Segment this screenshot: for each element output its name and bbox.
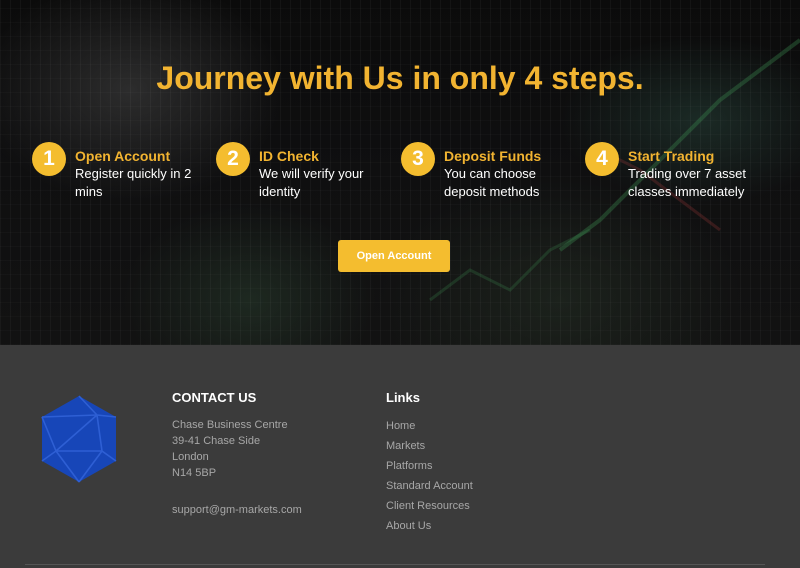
step-3: 3 Deposit Funds You can choose deposit m… xyxy=(401,140,571,210)
footer-link-client-resources[interactable]: Client Resources xyxy=(386,499,473,519)
address-line: London xyxy=(172,451,209,463)
page-title: Journey with Us in only 4 steps. xyxy=(156,60,644,96)
footer-link-platforms[interactable]: Platforms xyxy=(386,459,473,479)
step-2: 2 ID Check We will verify your identity xyxy=(216,140,386,210)
footer-divider xyxy=(25,564,765,565)
step-title: Deposit Funds xyxy=(444,148,542,164)
step-description: Register quickly in 2 mins xyxy=(75,166,192,199)
step-description: Trading over 7 asset classes immediately xyxy=(628,166,747,199)
steps-hero-section: Journey with Us in only 4 steps. 1 Open … xyxy=(0,0,800,345)
links-heading: Links xyxy=(386,390,420,405)
step-number-badge: 3 xyxy=(401,142,435,176)
step-1: 1 Open Account Register quickly in 2 min… xyxy=(32,140,202,210)
address-line: Chase Business Centre xyxy=(172,419,288,431)
contact-address: Chase Business Centre 39-41 Chase Side L… xyxy=(172,417,288,481)
step-description: We will verify your identity xyxy=(259,166,364,199)
footer-link-about-us[interactable]: About Us xyxy=(386,519,473,539)
step-title: Start Trading xyxy=(628,148,715,164)
step-number-badge: 1 xyxy=(32,142,66,176)
polyhedron-logo-icon[interactable] xyxy=(38,393,120,485)
step-title: ID Check xyxy=(259,148,319,164)
step-number-badge: 2 xyxy=(216,142,250,176)
contact-email-link[interactable]: support@gm-markets.com xyxy=(172,504,302,516)
step-4: 4 Start Trading Trading over 7 asset cla… xyxy=(585,140,755,210)
footer-link-home[interactable]: Home xyxy=(386,419,473,439)
address-line: N14 5BP xyxy=(172,467,217,479)
step-description: You can choose deposit methods xyxy=(444,166,540,199)
step-number-badge: 4 xyxy=(585,142,619,176)
footer-link-markets[interactable]: Markets xyxy=(386,439,473,459)
address-line: 39-41 Chase Side xyxy=(172,435,261,447)
site-footer: CONTACT US Chase Business Centre 39-41 C… xyxy=(0,345,800,568)
open-account-button[interactable]: Open Account xyxy=(338,240,450,272)
contact-heading: CONTACT US xyxy=(172,390,257,405)
step-title: Open Account xyxy=(75,148,171,164)
footer-link-standard-account[interactable]: Standard Account xyxy=(386,479,473,499)
footer-links-list: Home Markets Platforms Standard Account … xyxy=(386,419,473,539)
